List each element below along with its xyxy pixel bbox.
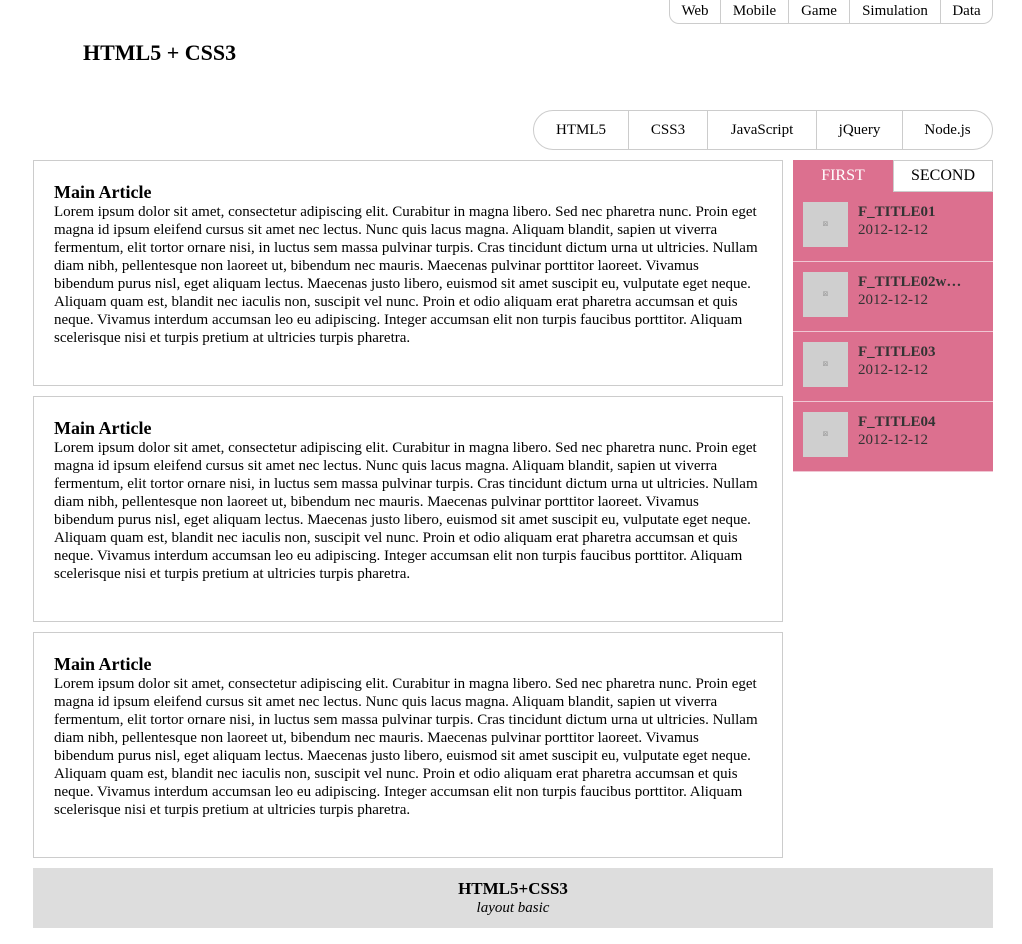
thumbnail-image: ⊠ [803, 272, 848, 317]
article-heading: Main Article [54, 654, 152, 674]
sidebar: FIRST SECOND ⊠ F_TITLE01 2012-12-12 ⊠ F_… [793, 160, 993, 472]
top-nav-simulation[interactable]: Simulation [850, 0, 941, 23]
thumbnail-image: ⊠ [803, 202, 848, 247]
article-body: Lorem ipsum dolor sit amet, consectetur … [54, 204, 758, 346]
thumbnail-image: ⊠ [803, 412, 848, 457]
top-nav-web[interactable]: Web [670, 0, 721, 23]
sidebar-list-item[interactable]: ⊠ F_TITLE04 2012-12-12 [793, 402, 993, 472]
main-article: Main Article Lorem ipsum dolor sit amet,… [33, 632, 783, 858]
article-heading: Main Article [54, 182, 152, 202]
item-title: F_TITLE03 [858, 344, 936, 360]
main-nav-css3[interactable]: CSS3 [629, 111, 708, 149]
main-article: Main Article Lorem ipsum dolor sit amet,… [33, 396, 783, 622]
main-article: Main Article Lorem ipsum dolor sit amet,… [33, 160, 783, 386]
sidebar-list-item[interactable]: ⊠ F_TITLE01 2012-12-12 [793, 192, 993, 262]
item-date: 2012-12-12 [858, 432, 928, 448]
tab-first[interactable]: FIRST [793, 160, 893, 192]
item-date: 2012-12-12 [858, 362, 928, 378]
top-nav-mobile[interactable]: Mobile [721, 0, 789, 23]
footer-subtitle: layout basic [476, 900, 550, 916]
item-title: F_TITLE04 [858, 414, 936, 430]
article-heading: Main Article [54, 418, 152, 438]
main-nav-html5[interactable]: HTML5 [534, 111, 629, 149]
item-title: F_TITLE01 [858, 204, 936, 220]
top-nav-game[interactable]: Game [789, 0, 850, 23]
sidebar-tabs: FIRST SECOND [793, 160, 993, 192]
main-nav-jquery[interactable]: jQuery [817, 111, 903, 149]
top-nav: Web Mobile Game Simulation Data [669, 0, 993, 24]
tab-second[interactable]: SECOND [893, 160, 993, 192]
main-nav-javascript[interactable]: JavaScript [708, 111, 817, 149]
article-body: Lorem ipsum dolor sit amet, consectetur … [54, 676, 758, 818]
footer-title: HTML5+CSS3 [458, 879, 568, 898]
item-title: F_TITLE02w… [858, 274, 962, 290]
item-date: 2012-12-12 [858, 222, 928, 238]
top-nav-data[interactable]: Data [941, 0, 992, 23]
thumbnail-image: ⊠ [803, 342, 848, 387]
main-nav-nodejs[interactable]: Node.js [903, 111, 992, 149]
page-footer: HTML5+CSS3 layout basic [33, 868, 993, 928]
main-nav: HTML5 CSS3 JavaScript jQuery Node.js [533, 110, 993, 150]
sidebar-list-item[interactable]: ⊠ F_TITLE03 2012-12-12 [793, 332, 993, 402]
article-body: Lorem ipsum dolor sit amet, consectetur … [54, 440, 758, 582]
sidebar-list-item[interactable]: ⊠ F_TITLE02w… 2012-12-12 [793, 262, 993, 332]
item-date: 2012-12-12 [858, 292, 928, 308]
site-title: HTML5 + CSS3 [83, 40, 237, 65]
